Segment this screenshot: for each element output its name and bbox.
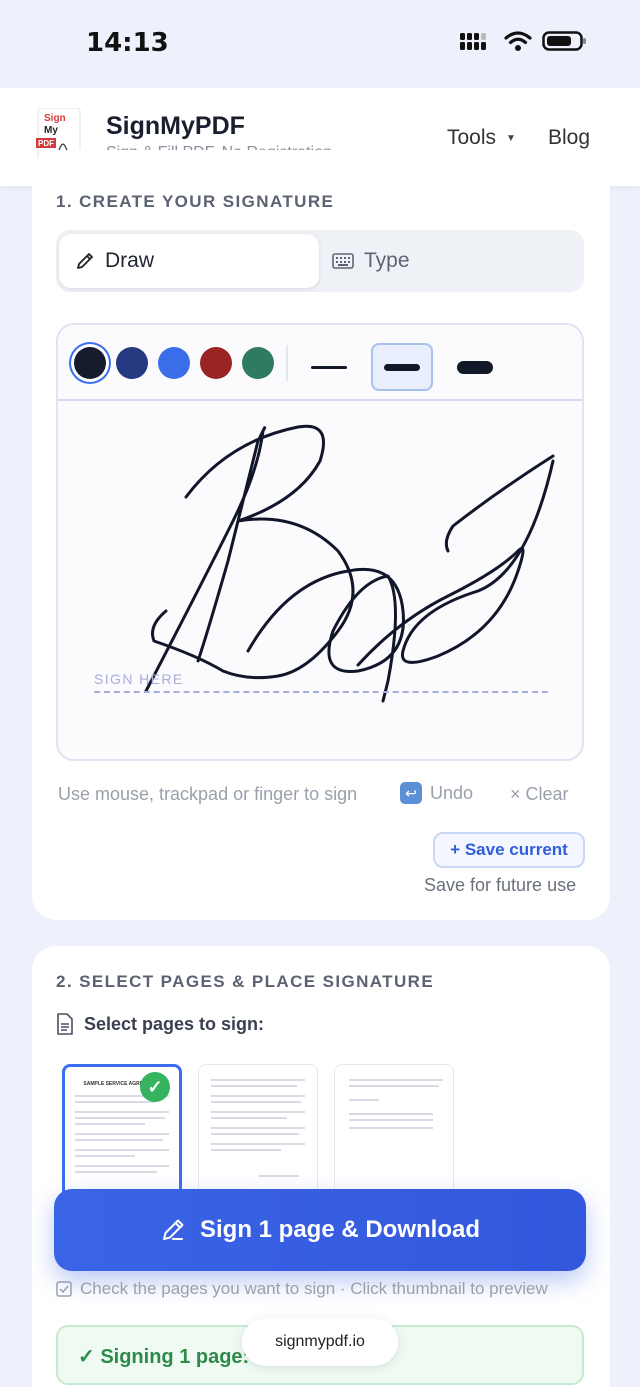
brand-title[interactable]: SignMyPDF [106,112,245,141]
color-swatch-green[interactable] [242,347,274,379]
select-pages-text: Select pages to sign: [84,1013,265,1034]
signal-icon [460,33,486,50]
nav-tools[interactable]: Tools ▼ [447,126,516,150]
caret-down-icon: ▼ [506,132,516,144]
status-icons [460,30,588,52]
create-section-title: 1. CREATE YOUR SIGNATURE [56,192,335,211]
undo-label: Undo [430,782,474,803]
clear-button[interactable]: × Clear [510,784,569,805]
save-current-button[interactable]: + Save current [433,832,585,868]
tab-type-label: Type [364,249,410,272]
drawn-signature [144,424,555,703]
undo-icon: ↩ [400,782,422,804]
signature-canvas[interactable]: SIGN HERE [58,401,582,759]
signature-pad: SIGN HERE [56,323,584,761]
page-thumbnail-2[interactable] [198,1064,318,1204]
logo-sign-text: Sign [44,113,66,124]
stroke-medium-button[interactable] [371,343,433,391]
select-pages-label: Select pages to sign: [56,1013,264,1035]
undo-button[interactable]: ↩ Undo [400,782,473,804]
nav-tools-label: Tools [447,126,497,149]
check-badge-icon: ✓ [140,1072,170,1102]
check-pages-note: Check the pages you want to sign · Click… [56,1279,548,1299]
document-icon [57,1013,73,1035]
pen-icon [162,1219,184,1240]
pencil-icon [77,253,93,269]
save-note: Save for future use [424,875,577,895]
signing-status-text: ✓ Signing 1 page: [78,1346,250,1368]
logo-my-text: My [44,125,58,136]
color-swatch-black[interactable] [74,347,106,379]
keyboard-icon [332,253,354,269]
color-swatch-red[interactable] [200,347,232,379]
signature-hint: Use mouse, trackpad or finger to sign [58,784,358,804]
stroke-thin-button[interactable] [298,343,360,391]
check-note-text: Check the pages you want to sign · Click… [80,1279,548,1298]
stroke-thick-button[interactable] [444,343,506,391]
color-swatch-blue[interactable] [158,347,190,379]
tab-type[interactable]: Type [332,234,580,288]
wifi-icon [504,31,532,51]
page-thumbnail-3[interactable] [334,1064,454,1204]
tab-draw-label: Draw [105,249,155,272]
nav-blog[interactable]: Blog [548,126,590,150]
checkbox-icon [56,1281,72,1297]
sign-here-label: SIGN HERE [94,671,184,687]
tab-draw[interactable]: Draw [59,234,319,288]
sign-and-download-button[interactable]: Sign 1 page & Download [54,1189,586,1271]
battery-icon [542,31,586,51]
place-section-title: 2. SELECT PAGES & PLACE SIGNATURE [56,972,435,991]
status-bar: 14:13 [0,0,640,88]
browser-url-bar[interactable]: signmypdf.io [242,1318,398,1366]
pad-toolbar [58,325,582,401]
toolbar-divider [286,345,288,381]
status-time: 14:13 [86,28,169,58]
sign-button-label: Sign 1 page & Download [199,1216,481,1243]
signature-baseline [94,691,548,693]
color-swatch-navy[interactable] [116,347,148,379]
signature-mode-tabs: Draw Type [56,230,584,292]
logo-pdf-text: PDF [38,139,54,148]
